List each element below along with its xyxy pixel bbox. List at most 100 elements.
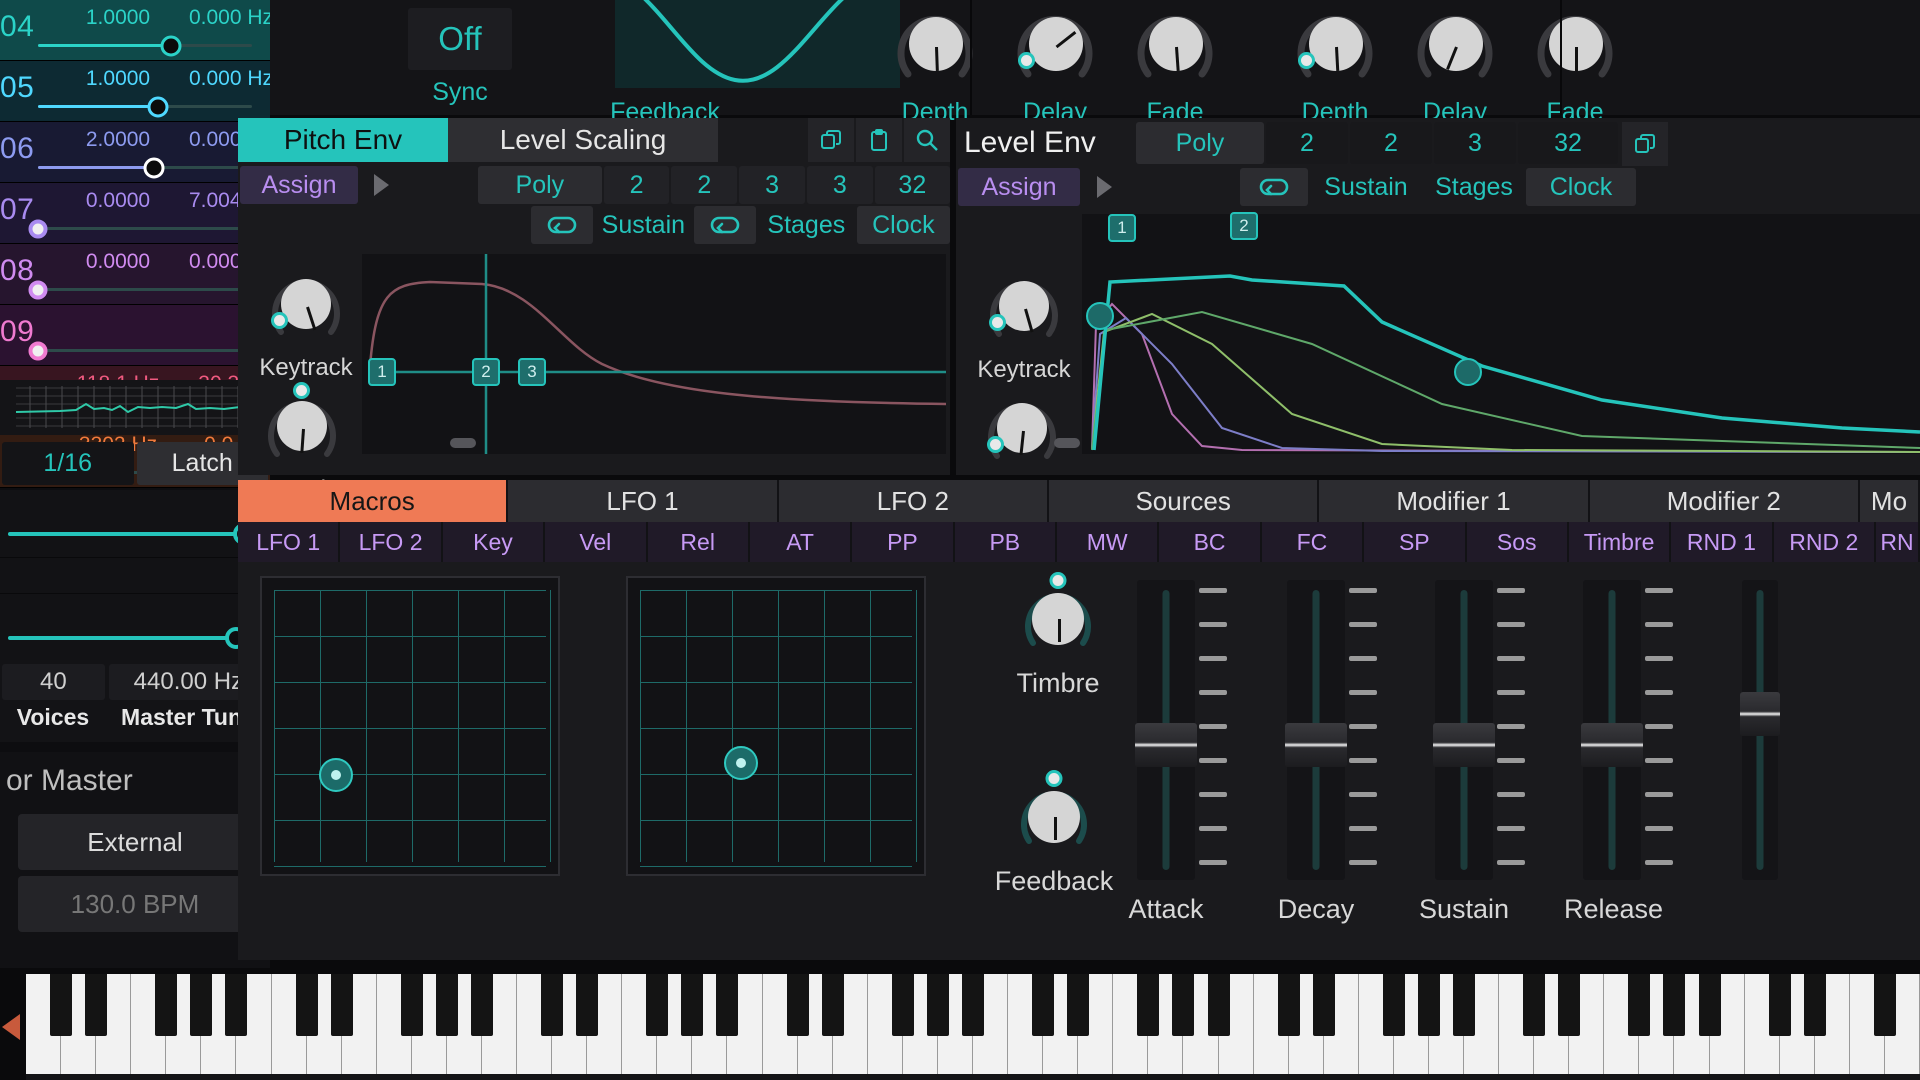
fader-thumb[interactable] [1135,723,1197,768]
pitch-cell-2[interactable]: 3 [739,166,805,204]
piano-black-key[interactable] [1558,974,1581,1036]
pitch-clock-button[interactable]: Clock [856,206,950,244]
env-node-2[interactable]: 2 [472,358,500,386]
fader-attack[interactable] [1135,580,1227,880]
xy-pad-2[interactable] [626,576,926,876]
feedback-macro-mod-led[interactable] [1045,770,1063,787]
piano-black-key[interactable] [1698,974,1721,1036]
mod-source-timbre[interactable]: Timbre [1568,522,1672,562]
level-env-node-handle-a[interactable] [1086,302,1114,330]
knob-fade-2[interactable] [1132,4,1218,90]
operator-row-05[interactable]: 05 1.0000 0.000 Hz [0,61,273,122]
mod-source-rn[interactable]: RN [1876,522,1920,562]
pitch-assign-expand-icon[interactable] [360,166,403,204]
rate-button[interactable]: 1/16 [2,442,134,485]
pitch-keytrack-knob[interactable] [267,268,345,346]
voices-value[interactable]: 40 [2,664,105,700]
pitch-cell-1[interactable]: 2 [671,166,738,204]
keyboard-range-arrow-icon[interactable] [2,1014,20,1040]
mod-source-rel[interactable]: Rel [647,522,750,562]
pitch-cell-3[interactable]: 3 [806,166,873,204]
piano-black-key[interactable] [1663,974,1686,1036]
feedback-macro-knob[interactable] [1017,770,1091,854]
fader-thumb[interactable] [1740,692,1780,736]
fader-sustain[interactable] [1433,580,1525,880]
mod-source-vel[interactable]: Vel [545,522,648,562]
mod-source-pb[interactable]: PB [954,522,1057,562]
piano-black-key[interactable] [85,974,108,1036]
piano-black-key[interactable] [1523,974,1546,1036]
mod-source-mw[interactable]: MW [1057,522,1160,562]
operator-slider[interactable] [28,219,252,238]
pitch-depth-knob[interactable] [263,382,341,468]
fader-thumb[interactable] [1285,723,1347,768]
pitch-assign-button[interactable]: Assign [240,166,358,204]
xy-pad-1-puck[interactable] [318,757,353,792]
level-keytrack-mod-led[interactable] [989,314,1006,331]
fader-partial[interactable] [1740,580,1780,880]
operator-slider[interactable] [38,96,252,117]
piano-black-key[interactable] [330,974,353,1036]
level-env-graph[interactable]: 1 2 [1054,212,1920,454]
mod-tab-macros[interactable]: Macros [238,480,509,522]
pitch-stages-loop-icon[interactable] [693,206,756,244]
external-button[interactable]: External [18,814,252,870]
tab-pitch-env[interactable]: Pitch Env [238,118,448,162]
piano-black-key[interactable] [1453,974,1476,1036]
piano-black-key[interactable] [1137,974,1160,1036]
mod-tab-modifier-2[interactable]: Modifier 2 [1589,480,1860,522]
piano-black-key[interactable] [295,974,318,1036]
piano-black-key[interactable] [1207,974,1230,1036]
knob-fade-5[interactable] [1532,4,1618,90]
env-node-3[interactable]: 3 [518,358,546,386]
level-keytrack-knob[interactable] [985,270,1063,348]
level-cell-1[interactable]: 2 [1350,122,1432,164]
pitch-env-scrollbar[interactable] [450,438,476,448]
piano-black-key[interactable] [190,974,213,1036]
wide-slider-2[interactable] [0,594,270,662]
knob-delay-1[interactable] [1012,4,1098,90]
tab-level-scaling[interactable]: Level Scaling [448,118,718,162]
piano-black-key[interactable] [470,974,493,1036]
level-assign-expand-icon[interactable] [1082,168,1126,206]
piano-black-key[interactable] [1312,974,1335,1036]
piano-black-key[interactable] [716,974,739,1036]
mod-source-bc[interactable]: BC [1159,522,1262,562]
piano-black-key[interactable] [786,974,809,1036]
operator-slider[interactable] [38,157,252,178]
level-cell-0[interactable]: 2 [1266,122,1348,164]
mod-source-lfo-1[interactable]: LFO 1 [238,522,341,562]
mod-source-sos[interactable]: Sos [1466,522,1569,562]
paste-icon[interactable] [856,118,902,162]
sync-button[interactable]: Off [408,8,512,70]
piano-black-key[interactable] [400,974,423,1036]
mod-led-3[interactable] [1298,52,1315,69]
level-mode-button[interactable]: Poly [1136,122,1264,164]
operator-slider[interactable] [28,341,252,360]
pitch-sustain-loop-icon[interactable] [530,206,593,244]
level-cell-2[interactable]: 3 [1434,122,1516,164]
mod-led-1[interactable] [1018,52,1035,69]
level-cell-3[interactable]: 32 [1518,122,1618,164]
env-node-1[interactable]: 1 [368,358,396,386]
level-velocity-mod-led[interactable] [987,436,1004,453]
piano-black-key[interactable] [821,974,844,1036]
level-env-node-2[interactable]: 2 [1230,212,1258,240]
mod-tab-mo[interactable]: Mo [1859,480,1920,522]
pitch-env-graph[interactable]: 1 2 3 [362,254,946,454]
level-env-scrollbar[interactable] [1054,438,1080,448]
piano-black-key[interactable] [646,974,669,1036]
piano-black-key[interactable] [576,974,599,1036]
mod-source-at[interactable]: AT [749,522,853,562]
search-icon[interactable] [904,118,950,162]
fader-thumb[interactable] [1433,723,1495,768]
piano-black-key[interactable] [1803,974,1826,1036]
fader-thumb[interactable] [1581,723,1643,768]
bpm-value[interactable]: 130.0 BPM [18,876,252,932]
level-assign-button[interactable]: Assign [958,168,1080,206]
piano-black-key[interactable] [1277,974,1300,1036]
mod-source-lfo-2[interactable]: LFO 2 [340,522,443,562]
piano-black-key[interactable] [435,974,458,1036]
pitch-keytrack-mod-led[interactable] [271,312,288,329]
piano-keyboard[interactable] [0,968,1920,1080]
